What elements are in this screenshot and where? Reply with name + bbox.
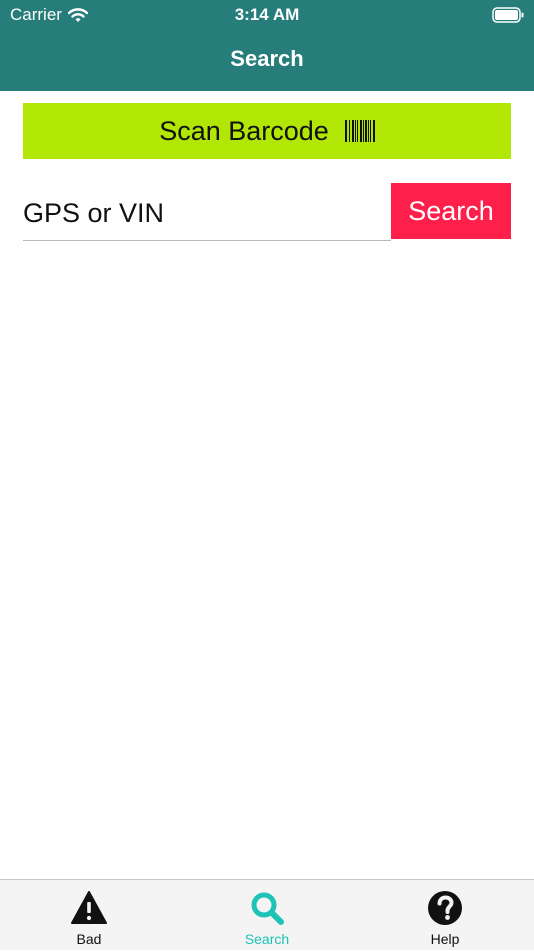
status-bar: Carrier 3:14 AM — [0, 0, 534, 30]
help-icon — [427, 890, 463, 926]
search-button[interactable]: Search — [391, 183, 511, 239]
scan-barcode-label: Scan Barcode — [159, 115, 329, 146]
scan-barcode-button[interactable]: Scan Barcode — [23, 103, 511, 159]
battery-icon — [492, 7, 524, 23]
tab-help-label: Help — [430, 931, 460, 947]
tab-search[interactable]: Search — [178, 880, 356, 951]
navigation-header: Carrier 3:14 AM Search — [0, 0, 534, 91]
search-field — [23, 183, 391, 241]
tab-bad-label: Bad — [76, 931, 102, 947]
warning-icon — [71, 890, 107, 926]
tab-bar: Bad Search Help — [0, 879, 534, 950]
gps-vin-input[interactable] — [23, 193, 383, 233]
tab-bad[interactable]: Bad — [0, 880, 178, 951]
tab-search-label: Search — [244, 931, 290, 947]
tab-help[interactable]: Help — [356, 880, 534, 951]
barcode-icon — [344, 120, 375, 142]
status-time: 3:14 AM — [234, 5, 300, 24]
search-icon — [249, 890, 285, 926]
page-title: Search — [230, 46, 304, 71]
